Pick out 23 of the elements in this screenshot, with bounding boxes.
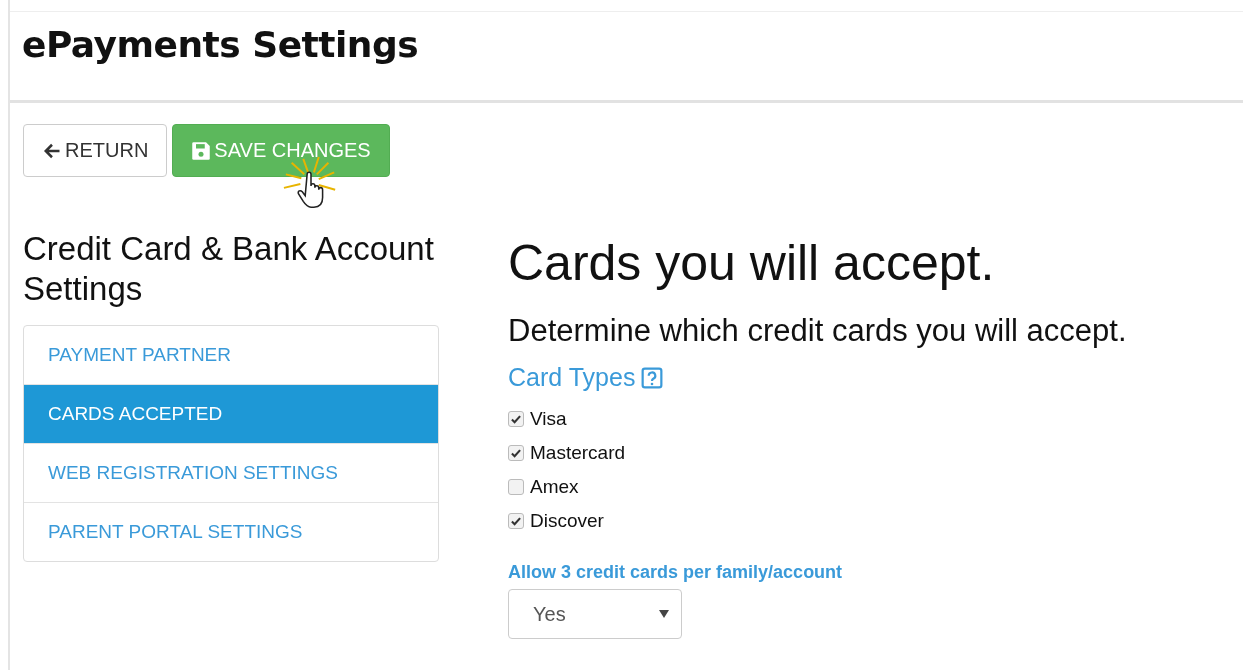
checkbox-label: Amex [530,476,579,498]
checkbox-label: Visa [530,408,567,430]
checkbox-label: Discover [530,510,604,532]
checkbox[interactable] [508,445,524,461]
checkbox-label: Mastercard [530,442,626,464]
menu-item[interactable]: PARENT PORTAL SETTINGS [24,502,438,561]
section-heading: Cards you will accept. [508,234,996,293]
menu-item[interactable]: CARDS ACCEPTED [24,384,438,443]
page-title: ePayments Settings [21,23,420,65]
card-types-title: Card Types [508,363,636,392]
menu-item[interactable]: WEB REGISTRATION SETTINGS [24,443,438,502]
dropdown[interactable]: Yes [508,589,682,639]
checkbox[interactable] [508,479,524,495]
save-changes-button[interactable]: SAVE CHANGES [172,124,390,177]
section-subheading: Determine which credit cards you will accept. [508,313,1128,349]
help-icon[interactable] [641,366,664,389]
field-label: Allow 3 credit cards per family/account [508,562,844,583]
checkbox[interactable] [508,513,524,529]
caret-icon [659,610,669,618]
return-button[interactable]: RETURN [23,124,168,177]
checkbox[interactable] [508,411,524,427]
sidebar-title: Credit Card & Bank Account Settings [23,229,435,309]
menu-item[interactable]: PAYMENT PARTNER [24,326,438,384]
